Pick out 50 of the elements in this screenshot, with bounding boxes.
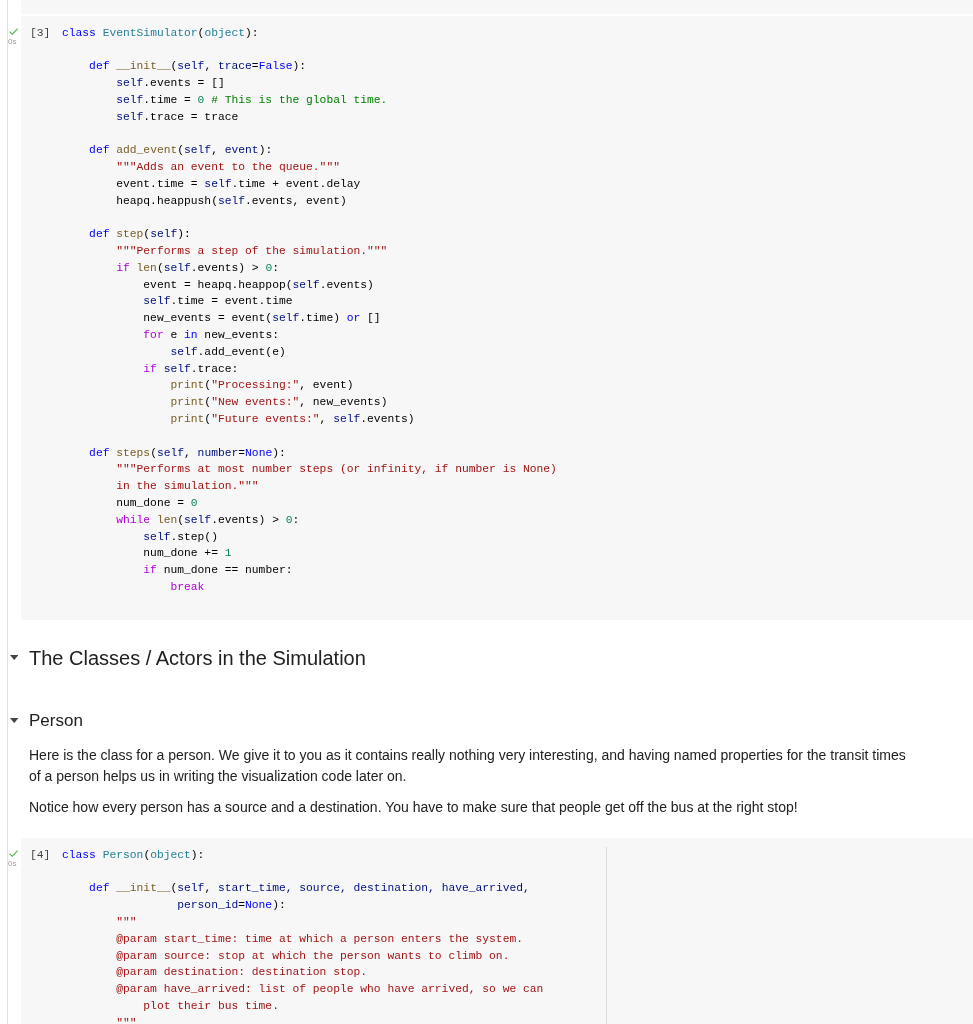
execution-count: [4] [30, 848, 51, 861]
run-time: 0s [8, 37, 17, 46]
code-line: """Adds an event to the queue.""" [116, 159, 340, 175]
code-line: @param source: stop at which the person wants to climb on. [116, 948, 510, 964]
code-line: self.time = 0 # This is the global time. [116, 92, 388, 108]
code-line: class Person(object): [62, 847, 205, 863]
subsection-heading: Person [29, 710, 83, 731]
code-line: """Performs a step of the simulation.""" [116, 243, 388, 259]
code-line: plot their bus time. [143, 998, 279, 1014]
code-line: print("Future events:", self.events) [170, 411, 415, 427]
code-line: break [170, 579, 205, 595]
code-line: for e in new_events: [143, 327, 279, 343]
code-line: """Performs at most number steps (or infinity, if number is None) [116, 462, 557, 478]
code-line: if self.trace: [143, 361, 239, 377]
code-line: def __init__(self, trace=False): [89, 59, 307, 75]
code-line: if len(self.events) > 0: [116, 260, 279, 276]
code-line: self.add_event(e) [170, 344, 286, 360]
code-line: @param have_arrived: list of people who have arrived, so we can [116, 982, 544, 998]
code-line: class EventSimulator(object): [62, 25, 259, 41]
code-line: num_done += 1 [143, 546, 232, 562]
code-line: @param destination: destination stop. [116, 965, 368, 981]
code-line: @param start_time: time at which a person enters the system. [116, 931, 523, 947]
code-line: in the simulation.""" [116, 479, 259, 495]
code-line: self.events = [] [116, 76, 225, 91]
code-line: self.time = event.time [143, 294, 293, 310]
section-heading: The Classes / Actors in the Simulation [29, 645, 366, 670]
code-line: print("New events:", new_events) [170, 395, 388, 411]
execution-count: [3] [30, 26, 51, 39]
code-line: self.trace = trace [116, 109, 239, 125]
code-line: def __init__(self, start_time, source, destination, have_arrived, [89, 881, 530, 897]
caret-icon[interactable] [9, 718, 18, 724]
code-line: def steps(self, number=None): [89, 445, 286, 461]
code-line: """ [116, 914, 137, 930]
code-line: event = heapq.heappop(self.events) [143, 277, 374, 293]
paragraph: Here is the class for a person. We give it to you as it contains really nothing very interesting, and having named properties for the transit times of a person helps us in writing the visualization code later on. [29, 745, 907, 786]
code-line: self.step() [143, 529, 218, 545]
code-line: num_done = 0 [116, 495, 198, 511]
code-line: person_id=None): [177, 898, 286, 914]
code-line: """ [116, 1015, 137, 1024]
code-line: new_events = event(self.time) or [] [143, 311, 381, 327]
paragraph: Notice how every person has a source and a destination. You have to make sure that people get off the bus at the right stop! [29, 797, 799, 817]
run-time: 0s [8, 859, 17, 869]
code-line: if num_done == number: [143, 563, 293, 579]
caret-icon[interactable] [9, 655, 18, 661]
code-line: def step(self): [89, 227, 191, 243]
code-line: event.time = self.time + event.delay [116, 176, 361, 192]
code-line: print("Processing:", event) [170, 378, 354, 394]
code-line: heapq.heappush(self.events, event) [116, 193, 347, 209]
code-line: while len(self.events) > 0: [116, 512, 300, 528]
code-line: def add_event(self, event): [89, 143, 273, 159]
